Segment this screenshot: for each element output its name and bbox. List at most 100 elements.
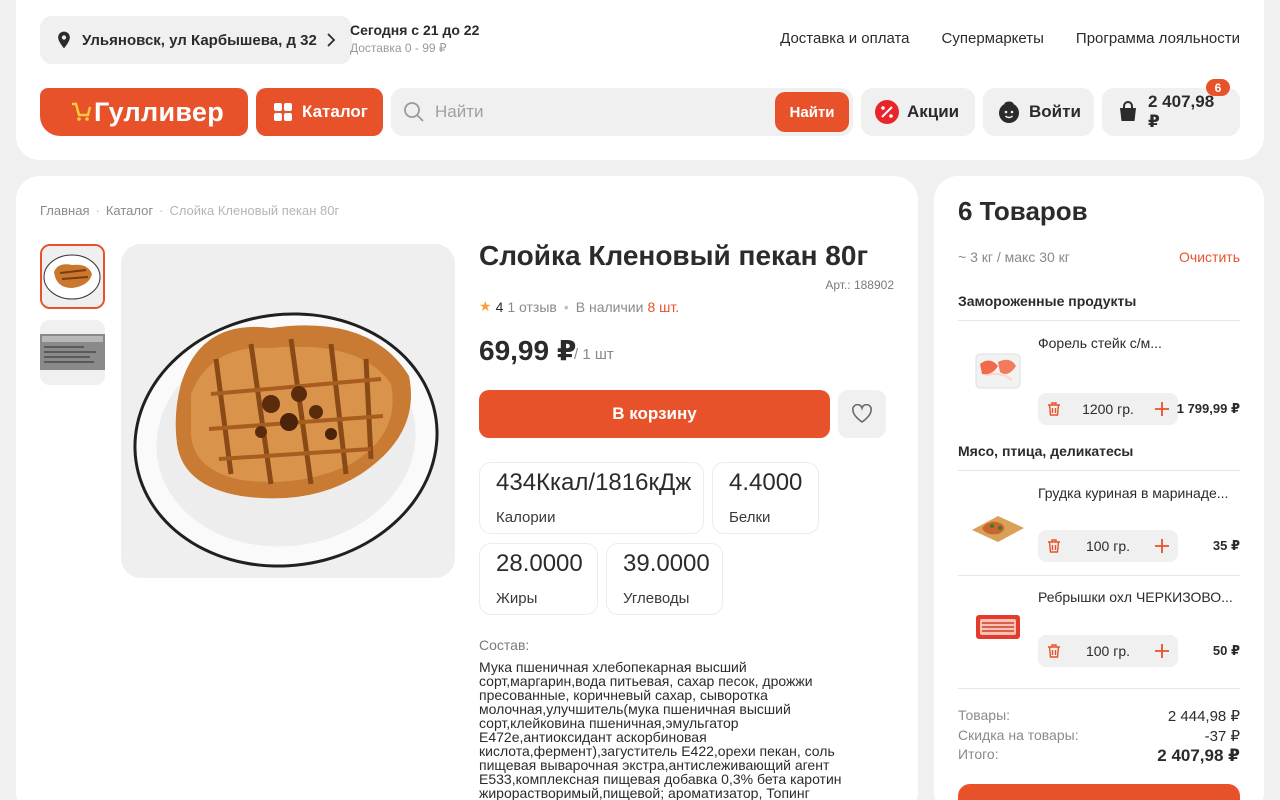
- quantity-value: 1200 гр.: [1082, 401, 1134, 417]
- totals-label: Товары:: [958, 707, 1011, 723]
- logo-cart-icon: [72, 102, 92, 121]
- trash-icon[interactable]: [1046, 643, 1062, 659]
- delivery-time: Сегодня с 21 до 22: [350, 22, 480, 38]
- promo-button[interactable]: Акции: [861, 88, 975, 136]
- product-price: 69,99 ₽: [479, 335, 577, 366]
- plus-icon[interactable]: [1154, 401, 1170, 417]
- thumbnail-product[interactable]: [40, 244, 105, 309]
- quantity-stepper: 100 гр.: [1038, 635, 1178, 667]
- pastry-image: [121, 244, 455, 578]
- breadcrumb: Главная · Каталог · Слойка Кленовый пека…: [40, 203, 339, 218]
- logo[interactable]: Гулливер: [40, 88, 248, 136]
- cart-item-image: [968, 342, 1028, 402]
- composition-line: сорт,клейковина пшеничная,эмульгатор: [479, 715, 739, 731]
- pastry-thumbnail-image: [42, 246, 103, 307]
- totals-label: Скидка на товары:: [958, 727, 1079, 743]
- link-loyalty[interactable]: Программа лояльности: [1076, 30, 1240, 47]
- trash-icon[interactable]: [1046, 401, 1062, 417]
- cart-title: 6 Товаров: [958, 196, 1088, 226]
- composition-line: пищевая выварочная экстра,антислеживающи…: [479, 757, 830, 773]
- cart-category-title: Замороженные продукты: [958, 293, 1137, 309]
- shopping-bag-icon: [1120, 101, 1136, 121]
- composition-line: пресованные, коричневый сахар, сыворотка: [479, 687, 768, 703]
- search-input[interactable]: [435, 102, 755, 122]
- totals-discount: Скидка на товары: -37 ₽: [958, 727, 1240, 745]
- composition-title: Состав:: [479, 637, 530, 653]
- composition-line: молочная,улучшитель(мука пшеничная высши…: [479, 701, 791, 717]
- dot-separator: •: [563, 298, 569, 315]
- add-to-cart-button[interactable]: В корзину: [479, 390, 830, 438]
- cart-item-price: 35 ₽: [1212, 538, 1240, 553]
- nutrition-carbs: 39.0000 Углеводы: [606, 543, 723, 615]
- product-rating: ★ 4 1 отзыв • В наличии 8 шт.: [479, 298, 679, 315]
- composition-text: Мука пшеничная хлебопекарная высший сорт…: [479, 660, 869, 800]
- totals-value: 2 407,98 ₽: [1157, 746, 1240, 765]
- address-selector[interactable]: Ульяновск, ул Карбышева, д 32: [40, 16, 352, 64]
- delivery-info: Сегодня с 21 до 22 Доставка 0 - 99 ₽: [350, 22, 479, 55]
- cart-count-badge: 6: [1206, 79, 1230, 96]
- login-button[interactable]: Войти: [983, 88, 1094, 136]
- totals-goods: Товары: 2 444,98 ₽: [958, 707, 1240, 725]
- breadcrumb-current: Слойка Кленовый пекан 80г: [169, 203, 340, 218]
- nutrition-label: Углеводы: [623, 590, 690, 607]
- address-text: Ульяновск, ул Карбышева, д 32: [82, 31, 317, 49]
- divider: [958, 470, 1240, 471]
- breadcrumb-catalog[interactable]: Каталог: [106, 203, 153, 218]
- composition-line: Мука пшеничная хлебопекарная высший: [479, 659, 747, 675]
- quantity-stepper: 1200 гр.: [1038, 393, 1178, 425]
- totals-value: -37 ₽: [1204, 728, 1240, 745]
- favorite-button[interactable]: [838, 390, 886, 438]
- chevron-right-icon: [327, 33, 336, 47]
- nutrition-protein: 4.4000 Белки: [712, 462, 819, 534]
- stock-count: 8 шт.: [647, 298, 680, 315]
- plus-icon[interactable]: [1154, 643, 1170, 659]
- site-header: Ульяновск, ул Карбышева, д 32 Сегодня с …: [16, 0, 1264, 160]
- nutrition-calories: 434Ккал/1816кДж Калории: [479, 462, 704, 534]
- nutrition-label: Белки: [729, 509, 771, 526]
- quantity-value: 100 гр.: [1085, 538, 1131, 554]
- link-supermarkets[interactable]: Супермаркеты: [942, 30, 1044, 47]
- divider: [958, 688, 1240, 689]
- top-links: Доставка и оплата Супермаркеты Программа…: [780, 30, 1240, 47]
- cart-item-name[interactable]: Грудка куриная в маринаде...: [1038, 485, 1242, 501]
- composition-line: сорт,маргарин,вода питьевая, сахар песок…: [479, 673, 813, 689]
- divider: [958, 320, 1240, 321]
- trash-icon[interactable]: [1046, 538, 1062, 554]
- nutrition-fat: 28.0000 Жиры: [479, 543, 598, 615]
- plus-icon[interactable]: [1154, 538, 1170, 554]
- cart-item-price: 1 799,99 ₽: [1176, 401, 1240, 416]
- checkout-button[interactable]: [958, 784, 1240, 800]
- totals-final: Итого: 2 407,98 ₽: [958, 746, 1240, 766]
- availability: В наличии: [575, 298, 644, 315]
- quantity-value: 100 гр.: [1085, 643, 1131, 659]
- cart-category-title: Мясо, птица, деликатесы: [958, 443, 1134, 459]
- cart-button[interactable]: 2 407,98 ₽ 6: [1102, 79, 1240, 136]
- breadcrumb-separator: ·: [95, 203, 100, 218]
- user-face-icon: [999, 101, 1019, 123]
- cart-item-image: [968, 494, 1028, 554]
- link-delivery[interactable]: Доставка и оплата: [780, 30, 909, 47]
- cart-weight: ~ 3 кг / макс 30 кг: [958, 249, 1070, 265]
- search-button[interactable]: Найти: [775, 92, 849, 132]
- reviews-link[interactable]: 1 отзыв: [507, 299, 557, 315]
- star-icon: ★: [479, 298, 492, 314]
- clear-cart-button[interactable]: Очистить: [1179, 249, 1240, 265]
- breadcrumb-separator: ·: [159, 203, 164, 218]
- nutrition-label: Жиры: [496, 590, 538, 607]
- catalog-button[interactable]: Каталог: [256, 88, 383, 136]
- cart-item-name[interactable]: Ребрышки охл ЧЕРКИЗОВО...: [1038, 589, 1242, 605]
- cart-panel: 6 Товаров ~ 3 кг / макс 30 кг Очистить З…: [934, 176, 1264, 800]
- cart-item-name[interactable]: Форель стейк с/м...: [1038, 335, 1242, 351]
- delivery-price: Доставка 0 - 99 ₽: [350, 41, 447, 55]
- breadcrumb-home[interactable]: Главная: [40, 203, 89, 218]
- cart-item-image: [968, 597, 1028, 657]
- heart-icon: [852, 404, 872, 423]
- search-icon: [404, 102, 424, 122]
- composition-line: Е533,комплексная пищевая добавка 0,3% бе…: [479, 771, 842, 787]
- label-thumbnail-image: [40, 320, 105, 385]
- product-title: Слойка Кленовый пекан 80г: [479, 240, 869, 271]
- cart-item-price: 50 ₽: [1212, 643, 1240, 658]
- promo-label: Акции: [907, 102, 960, 121]
- price-unit: / 1 шт: [574, 346, 614, 363]
- thumbnail-label[interactable]: [40, 320, 105, 385]
